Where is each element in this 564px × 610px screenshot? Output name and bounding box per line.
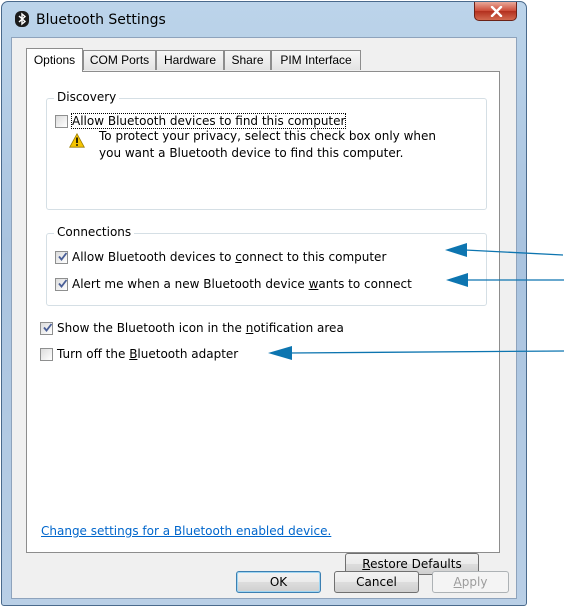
tab-hardware[interactable]: Hardware (156, 50, 224, 70)
allow-connect-checkbox[interactable] (55, 251, 68, 264)
callout-arrow-alert (446, 273, 564, 287)
connections-group: Connections Allow Bluetooth devices to c… (46, 225, 487, 306)
bluetooth-settings-window: Bluetooth Settings Options COM Ports Har… (1, 1, 527, 606)
options-panel: Discovery Allow Bluetooth devices to fin… (26, 71, 500, 575)
cancel-button[interactable]: Cancel (334, 571, 419, 593)
warning-line-1: To protect your privacy, select this che… (99, 129, 436, 143)
warning-line-2: you want a Bluetooth device to find this… (99, 146, 404, 160)
discovery-title: Discovery (54, 90, 120, 104)
show-icon-label: Show the Bluetooth icon in the notificat… (57, 321, 344, 335)
allow-find-label: Allow Bluetooth devices to find this com… (70, 113, 347, 129)
allow-connect-label: Allow Bluetooth devices to connect to th… (72, 250, 387, 264)
tab-options[interactable]: Options (26, 48, 83, 72)
callout-arrow-turn-off (268, 346, 564, 360)
discovery-group: Discovery Allow Bluetooth devices to fin… (46, 90, 487, 210)
alert-new-checkbox[interactable] (55, 278, 68, 291)
window-title: Bluetooth Settings (36, 12, 166, 28)
tab-com-ports[interactable]: COM Ports (83, 50, 156, 70)
allow-find-checkbox[interactable] (55, 115, 68, 128)
alert-new-label: Alert me when a new Bluetooth device wan… (72, 277, 412, 291)
tab-share[interactable]: Share (224, 50, 271, 70)
turn-off-label: Turn off the Bluetooth adapter (57, 347, 239, 361)
title-bar[interactable]: Bluetooth Settings (2, 2, 526, 36)
apply-button[interactable]: Apply (432, 571, 509, 593)
dialog-client-area: Options COM Ports Hardware Share PIM Int… (11, 37, 517, 599)
connections-title: Connections (54, 225, 135, 239)
close-icon (490, 6, 503, 17)
change-settings-link[interactable]: Change settings for a Bluetooth enabled … (41, 524, 331, 538)
show-icon-checkbox[interactable] (40, 322, 53, 335)
ok-button[interactable]: OK (236, 571, 321, 593)
close-button[interactable] (474, 2, 517, 21)
turn-off-checkbox[interactable] (40, 348, 53, 361)
bluetooth-icon (15, 11, 29, 27)
warning-icon (69, 133, 85, 148)
callout-arrow-connect (445, 243, 563, 257)
tab-pim-interface[interactable]: PIM Interface (271, 50, 361, 70)
